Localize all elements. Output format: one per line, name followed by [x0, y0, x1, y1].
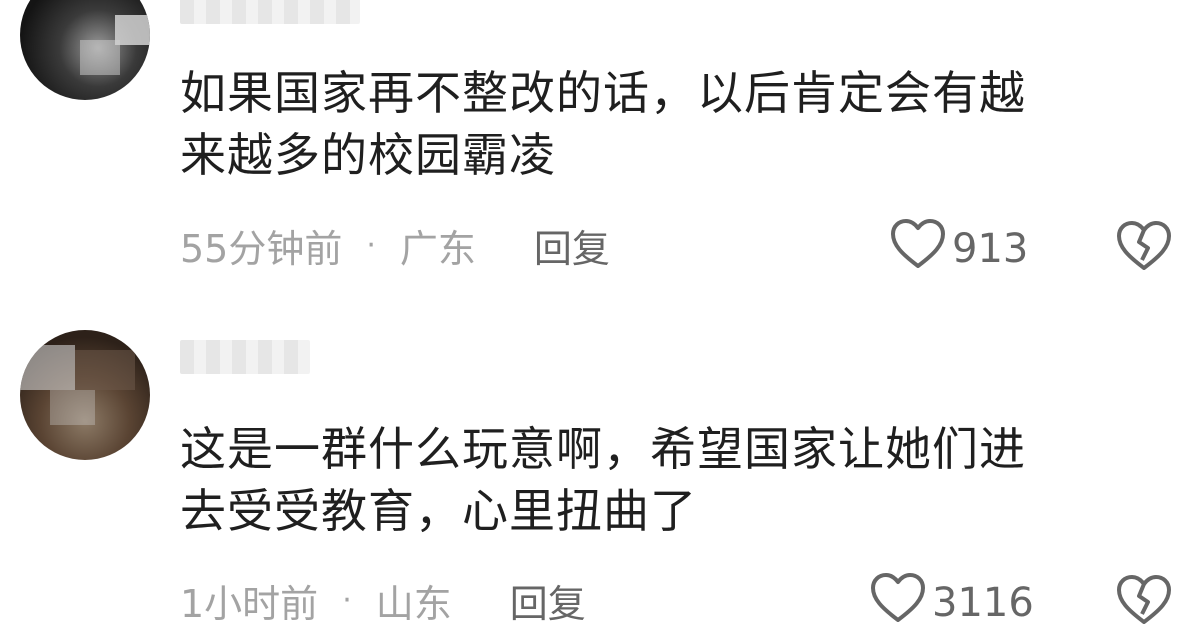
meta-separator: · [342, 582, 352, 618]
user-avatar[interactable] [20, 330, 150, 460]
reply-button[interactable]: 回复 [534, 218, 610, 273]
comment-text-line: 去受受教育，心里扭曲了 [180, 484, 697, 538]
comment-text: 这是一群什么玩意啊，希望国家让她们进 去受受教育，心里扭曲了 [180, 418, 1160, 542]
meta-separator: · [366, 227, 376, 263]
dislike-button[interactable] [1115, 574, 1173, 630]
heart-outline-icon [890, 218, 952, 280]
comment-time: 55分钟前 [180, 226, 343, 271]
like-button[interactable]: 913 [890, 218, 1028, 280]
like-count: 3116 [932, 580, 1034, 626]
comment-text: 如果国家再不整改的话，以后肯定会有越 来越多的校园霸凌 [180, 62, 1160, 186]
comment-text-line: 如果国家再不整改的话，以后肯定会有越 [180, 66, 1026, 120]
reply-button[interactable]: 回复 [510, 573, 586, 628]
like-button[interactable]: 3116 [870, 572, 1034, 634]
like-count: 913 [952, 226, 1029, 272]
username-redacted[interactable] [180, 340, 310, 374]
comment-text-line: 这是一群什么玩意啊，希望国家让她们进 [180, 422, 1026, 476]
comment-item: 如果国家再不整改的话，以后肯定会有越 来越多的校园霸凌 55分钟前 · 广东 回… [0, 0, 1200, 300]
user-avatar[interactable] [20, 0, 150, 100]
username-redacted[interactable] [180, 0, 360, 24]
comment-region: 山东 [375, 581, 452, 626]
broken-heart-icon [1115, 575, 1173, 630]
comment-item: 这是一群什么玩意啊，希望国家让她们进 去受受教育，心里扭曲了 1小时前 · 山东… [0, 300, 1200, 626]
comment-text-line: 来越多的校园霸凌 [180, 128, 556, 182]
comment-region: 广东 [399, 226, 476, 271]
comment-meta: 55分钟前 · 广东 回复 [180, 218, 1180, 273]
comment-time: 1小时前 [180, 581, 319, 626]
heart-outline-icon [870, 572, 932, 634]
broken-heart-icon [1115, 221, 1173, 276]
dislike-button[interactable] [1115, 220, 1173, 276]
